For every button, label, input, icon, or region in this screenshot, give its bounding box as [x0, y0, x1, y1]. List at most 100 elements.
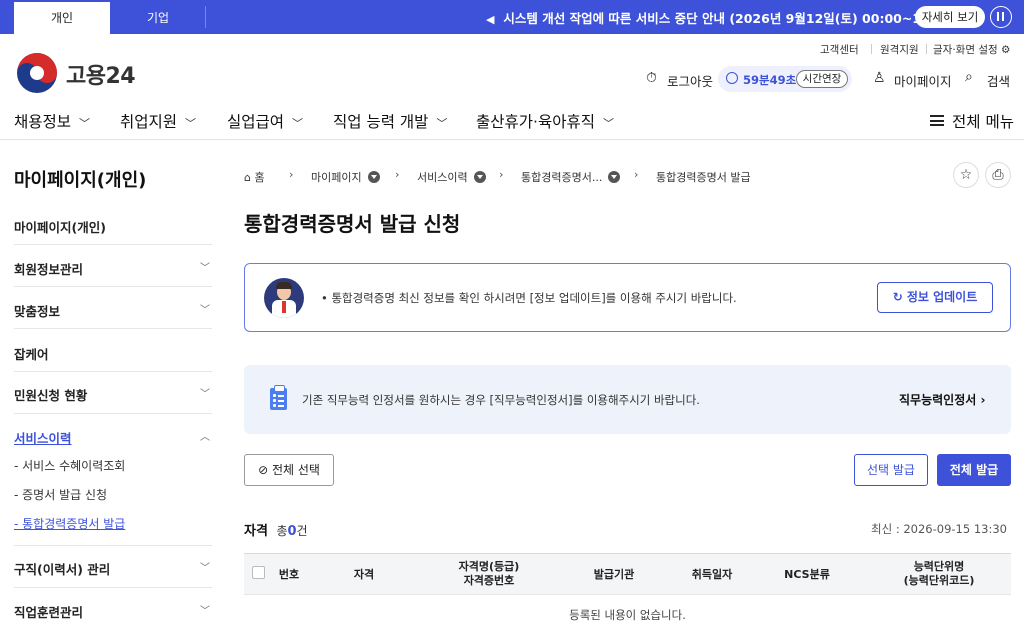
clock-icon [726, 72, 738, 84]
gnb-vocational-training-label: 직업 능력 개발 [333, 113, 429, 131]
util-customer-center[interactable]: 고객센터 [820, 42, 859, 57]
select-all-button[interactable]: ⊘ 전체 선택 [244, 454, 334, 486]
sidebar-item-jobcare[interactable]: 잡케어 [14, 344, 212, 363]
breadcrumb-career-certificate-label: 통합경력증명서... [521, 171, 603, 184]
chevron-right-icon: › [395, 168, 400, 181]
sidebar-item-label: 회원정보관리 [14, 262, 84, 277]
result-count: 자격 총0건 [244, 520, 308, 539]
breadcrumb-service-history[interactable]: 서비스이력 [417, 169, 486, 185]
detail-button[interactable]: 자세히 보기 [915, 6, 985, 28]
divider [871, 44, 872, 54]
dropdown-icon[interactable] [608, 171, 621, 183]
hamburger-icon [930, 115, 944, 126]
gear-icon: ⚙ [1000, 44, 1011, 56]
dropdown-icon[interactable] [367, 171, 380, 183]
sidebar-item-petition-status[interactable]: 민원신청 현황 ﹀ [14, 385, 212, 404]
select-all-label: 전체 선택 [271, 463, 320, 477]
breadcrumb-career-certificate[interactable]: 통합경력증명서... [521, 169, 621, 185]
megaphone-icon: ◀ [486, 13, 495, 26]
th-qualification-name: 자격명(등급) 자격증번호 [439, 560, 539, 588]
gnb-recruit-label: 채용정보 [14, 113, 72, 131]
gnb-employment-support[interactable]: 취업지원 ﹀ [120, 110, 196, 132]
breadcrumb-home[interactable]: ⌂ 홈 [244, 169, 265, 185]
sidebar-item-member-info[interactable]: 회원정보관리 ﹀ [14, 259, 212, 278]
chevron-down-icon: ﹀ [436, 117, 448, 130]
util-display-settings-label: 글자·화면 설정 [933, 44, 998, 56]
divider [14, 413, 212, 414]
empty-message: 등록된 내용이 없습니다. [569, 608, 686, 622]
session-timer: 59분49초 시간연장 [718, 66, 852, 92]
chevron-right-icon: › [634, 168, 639, 181]
chevron-right-icon: › [499, 168, 504, 181]
check-circle-icon: ⊘ [258, 463, 269, 477]
dropdown-icon[interactable] [473, 171, 486, 183]
breadcrumb-mypage[interactable]: 마이페이지 [311, 169, 380, 185]
search-button[interactable]: 검색 [987, 71, 1010, 90]
th-ncs: NCS분류 [784, 568, 830, 581]
gnb-parental-leave-label: 출산휴가·육아휴직 [476, 113, 596, 131]
divider [14, 328, 212, 329]
gnb-parental-leave[interactable]: 출산휴가·육아휴직 ﹀ [476, 110, 614, 132]
sidebar-item-label: 민원신청 현황 [14, 388, 88, 403]
divider [14, 371, 212, 372]
sidebar-subitem-certificate-request[interactable]: - 증명서 발급 신청 [14, 486, 107, 503]
chevron-down-icon: ﹀ [79, 117, 91, 130]
mypage-link[interactable]: 마이페이지 [894, 71, 952, 90]
all-issue-button[interactable]: 전체 발급 [937, 454, 1011, 486]
competency-info-text: 기존 직무능력 인정서를 원하시는 경우 [직무능력인정서]를 이용해주시기 바… [302, 393, 700, 407]
sidebar-item-service-history[interactable]: 서비스이력 ︿ [14, 428, 212, 447]
util-display-settings[interactable]: 글자·화면 설정 ⚙ [933, 42, 1010, 57]
sidebar-item-label: 마이페이지(개인) [14, 220, 106, 235]
select-all-checkbox[interactable] [252, 566, 265, 579]
logo-text[interactable]: 고용24 [66, 58, 136, 90]
th-competency-unit-label: 능력단위명 [913, 560, 965, 573]
count-suffix: 건 [296, 524, 308, 538]
print-icon[interactable]: ⎙ [985, 162, 1011, 188]
gnb-recruit[interactable]: 채용정보 ﹀ [14, 110, 90, 132]
chevron-right-icon: › [289, 168, 294, 181]
sidebar-item-mypage[interactable]: 마이페이지(개인) [14, 217, 212, 236]
breadcrumb-home-label: 홈 [254, 171, 265, 184]
update-info-button[interactable]: ↻ 정보 업데이트 [877, 282, 993, 313]
competency-certificate-link[interactable]: 직무능력인정서 › [899, 391, 985, 408]
chevron-down-icon: ﹀ [200, 563, 210, 574]
th-competency-code-label: (능력단위코드) [903, 574, 975, 587]
chevron-up-icon: ︿ [200, 432, 210, 443]
home-icon: ⌂ [244, 171, 251, 184]
gnb-unemployment-benefit-label: 실업급여 [227, 113, 285, 131]
competency-link-label: 직무능력인정서 [899, 393, 977, 407]
selected-issue-button[interactable]: 선택 발급 [854, 454, 928, 486]
tab-corp[interactable]: 기업 [110, 2, 206, 34]
th-acquired-date: 취득일자 [691, 568, 733, 581]
sidebar-item-label: 구직(이력서) 관리 [14, 562, 111, 577]
logout-button[interactable]: 로그아웃 [667, 71, 713, 90]
sidebar-subitem-benefit-history[interactable]: - 서비스 수혜이력조회 [14, 457, 125, 474]
sidebar-item-custom-info[interactable]: 맞춤정보 ﹀ [14, 301, 212, 320]
logo-icon[interactable] [16, 52, 58, 94]
gnb-vocational-training[interactable]: 직업 능력 개발 ﹀ [333, 110, 447, 132]
sidebar-item-label: 직업훈련관리 [14, 605, 84, 620]
chevron-down-icon: ﹀ [200, 305, 210, 316]
sidebar-item-resume[interactable]: 구직(이력서) 관리 ﹀ [14, 559, 212, 578]
star-icon[interactable]: ☆ [953, 162, 979, 188]
divider [205, 6, 206, 28]
all-menu-button[interactable]: 전체 메뉴 [930, 110, 1014, 132]
gnb-unemployment-benefit[interactable]: 실업급여 ﹀ [227, 110, 303, 132]
user-icon: ♙ [873, 70, 886, 86]
avatar [264, 278, 304, 318]
divider [14, 587, 212, 588]
all-menu-label: 전체 메뉴 [952, 113, 1014, 131]
service-notice[interactable]: ◀ 시스템 개선 작업에 따른 서비스 중단 안내 (2026년 9월12일(토… [486, 8, 958, 27]
chevron-down-icon: ﹀ [200, 389, 210, 400]
search-icon[interactable]: ⌕ [965, 69, 973, 85]
sidebar-item-training[interactable]: 직업훈련관리 ﹀ [14, 602, 212, 621]
extend-session-button[interactable]: 시간연장 [796, 70, 848, 88]
pause-icon[interactable] [990, 6, 1012, 28]
tab-person[interactable]: 개인 [14, 2, 110, 34]
util-remote-support[interactable]: 원격지원 [880, 42, 919, 57]
sidebar-subitem-career-certificate[interactable]: - 통합경력증명서 발급 [14, 515, 125, 532]
checklist-icon [270, 385, 287, 410]
divider [14, 286, 212, 287]
breadcrumb-mypage-label: 마이페이지 [311, 171, 362, 184]
lock-timer-icon: ⏱ [646, 70, 657, 86]
